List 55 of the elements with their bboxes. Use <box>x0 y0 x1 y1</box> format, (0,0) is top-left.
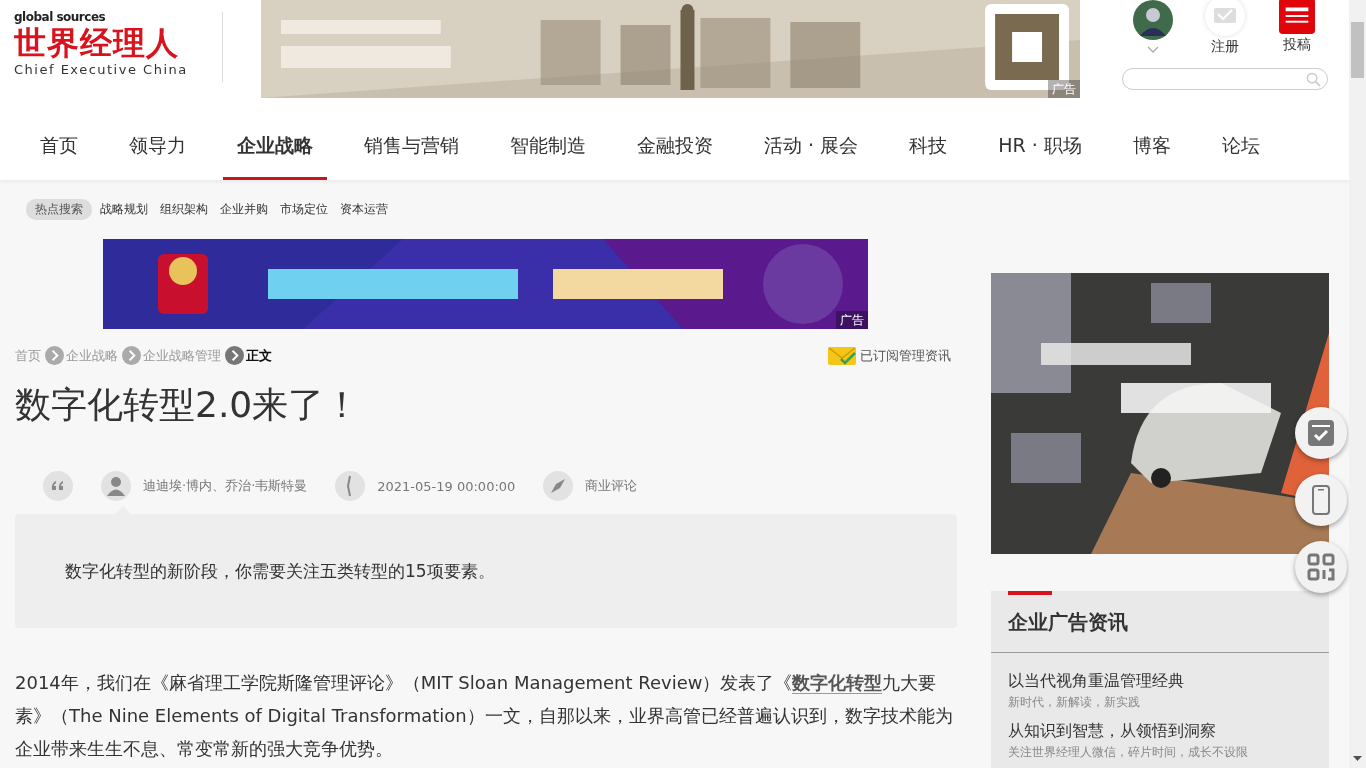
nav-tab[interactable]: 金融投资 <box>623 112 727 180</box>
envelope-icon <box>828 346 856 365</box>
article-paragraph: 2014年，我们在《麻省理工学院斯隆管理评论》（MIT Sloan Management Review）发表了《数字化转型九大要素》（The Nine Elements of Digital Transformation）一文，自那以来，业界高管已经普遍认识到，数字技术能为企业带来生生不息、常变常新的强大竞争优势。 <box>15 671 954 761</box>
user-icon <box>101 471 131 501</box>
panel-heading: 企业广告资讯 <box>991 591 1329 653</box>
nav-tab[interactable]: 论坛 <box>1207 112 1274 180</box>
menu-icon[interactable] <box>1278 0 1316 34</box>
breadcrumb-link[interactable]: 正文 <box>246 346 272 365</box>
logo-tagline: global sources <box>14 10 107 24</box>
chevron-down-icon[interactable] <box>1147 46 1159 54</box>
qr-code-icon <box>1306 552 1336 582</box>
nav-tab[interactable]: 首页 <box>26 112 92 180</box>
nav-tab[interactable]: 销售与营销 <box>350 112 473 180</box>
nav-tab[interactable]: 活动 · 展会 <box>750 112 873 180</box>
checklist-icon <box>1306 418 1336 448</box>
article-title: 数字化转型2.0来了！ <box>15 383 362 427</box>
ad-label: 广告 <box>836 311 868 329</box>
news-subtitle: 关注世界经理人微信，碎片时间，成长不设限 <box>1008 744 1249 761</box>
hot-search-link[interactable]: 资本运营 <box>340 200 388 218</box>
compass-icon <box>543 471 574 501</box>
nav-tab[interactable]: 博客 <box>1118 112 1185 180</box>
hot-search-link[interactable]: 战略规划 <box>100 200 148 218</box>
nav-tab[interactable]: HR · 职场 <box>984 112 1096 180</box>
ad-label: 广告 <box>1048 80 1080 98</box>
article-link[interactable]: 数字化转型 <box>792 672 883 694</box>
logo-wordmark[interactable]: 世界经理人 <box>14 24 204 62</box>
hot-search-link[interactable]: 企业并购 <box>220 200 268 218</box>
chevron-right-icon <box>225 346 244 365</box>
quote-icon <box>43 471 73 501</box>
qr-code-button[interactable] <box>1295 541 1347 593</box>
news-subtitle: 新时代，新解读，新实践 <box>1008 694 1141 711</box>
subscription-status[interactable]: 已订阅管理资讯 <box>860 346 951 365</box>
register-link[interactable]: 注册 <box>1211 38 1239 56</box>
hot-search-label: 热点搜索 <box>26 198 92 220</box>
news-link[interactable]: 以当代视角重温管理经典 <box>1008 671 1312 692</box>
chevron-right-icon <box>45 346 64 365</box>
author-name: 迪迪埃·博内、乔治·韦斯特曼 <box>143 477 308 495</box>
clock-icon <box>335 471 366 501</box>
publish-date: 2021-05-19 00:00:00 <box>377 478 516 494</box>
nav-tab[interactable]: 智能制造 <box>496 112 600 180</box>
scrollbar[interactable] <box>1349 0 1366 768</box>
bookmark-button[interactable] <box>1295 407 1347 459</box>
nav-tab[interactable]: 企业战略 <box>223 112 327 180</box>
category-label: 商业评论 <box>585 477 638 495</box>
nav-tab[interactable]: 领导力 <box>115 112 200 180</box>
hot-search-link[interactable]: 市场定位 <box>280 200 328 218</box>
nav-tab[interactable]: 科技 <box>895 112 962 180</box>
article-summary: 数字化转型的新阶段，你需要关注五类转型的15项要素。 <box>65 559 495 583</box>
submit-link[interactable]: 投稿 <box>1283 36 1311 54</box>
chevron-right-icon <box>122 346 141 365</box>
hot-search-link[interactable]: 组织架构 <box>160 200 208 218</box>
logo-subtitle: Chief Executive China <box>14 62 189 78</box>
avatar-icon[interactable] <box>1133 0 1173 40</box>
news-link[interactable]: 从知识到智慧，从领悟到洞察 <box>1008 721 1312 742</box>
mobile-button[interactable] <box>1295 474 1347 526</box>
